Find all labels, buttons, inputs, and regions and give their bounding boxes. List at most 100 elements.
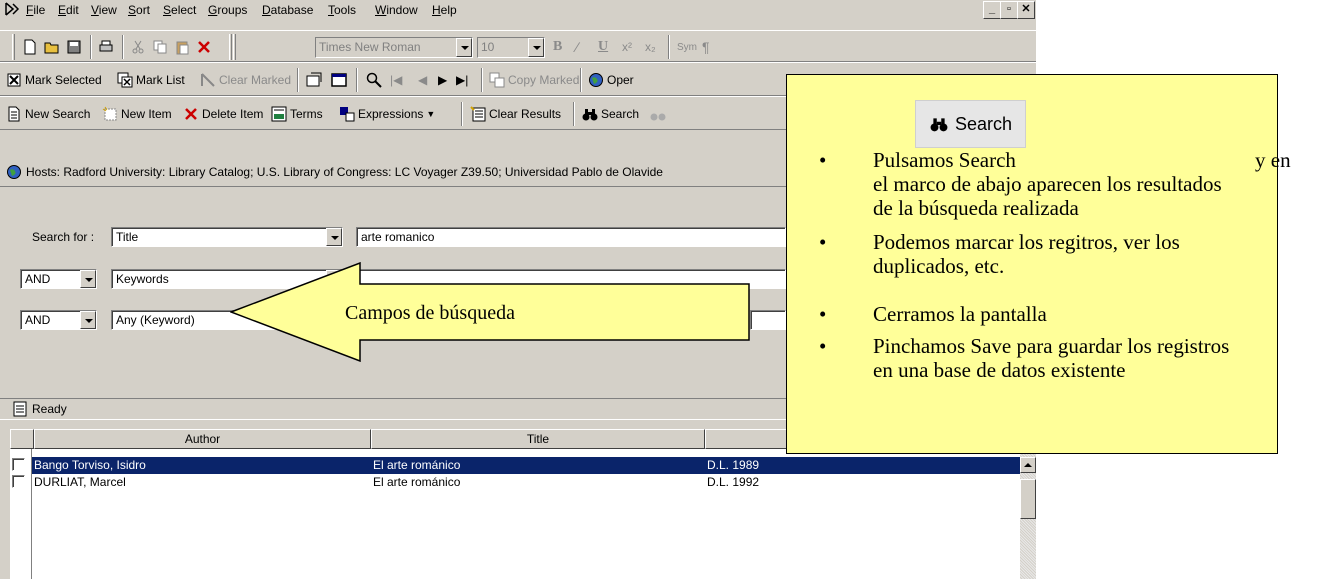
next-record-button[interactable]: ▶ xyxy=(438,69,447,91)
mark-selected-button[interactable]: Mark Selected xyxy=(6,69,102,91)
delete-button[interactable] xyxy=(196,36,212,58)
new-file-button[interactable] xyxy=(22,36,38,58)
menu-edit[interactable]: Edit xyxy=(58,3,79,17)
menu-help[interactable]: Help xyxy=(432,3,457,17)
underline-icon: U xyxy=(598,39,609,54)
toolbar-grip[interactable] xyxy=(12,34,15,60)
pilcrow-button[interactable]: ¶ xyxy=(702,36,710,58)
chevron-down-icon[interactable] xyxy=(456,38,472,57)
menu-database[interactable]: Database xyxy=(262,3,313,17)
chevron-down-icon: ▼ xyxy=(426,109,436,119)
status-text: Ready xyxy=(32,402,67,416)
column-header-mark[interactable] xyxy=(10,429,34,449)
column-header-author[interactable]: Author xyxy=(34,429,371,449)
clear-marked-button[interactable]: Clear Marked xyxy=(200,69,291,91)
new-item-button[interactable]: New Item xyxy=(102,103,172,125)
subscript-button[interactable]: x₂ xyxy=(645,36,656,58)
menu-sort[interactable]: Sort xyxy=(128,3,150,17)
print-button[interactable] xyxy=(98,36,114,58)
save-button[interactable] xyxy=(66,36,82,58)
stop-search-button[interactable] xyxy=(650,103,666,125)
floppy-disk-icon xyxy=(67,40,81,54)
menu-tools[interactable]: Tools xyxy=(328,3,356,17)
copy-marked-label: Copy Marked xyxy=(508,73,580,87)
mark-list-label: Mark List xyxy=(136,73,185,87)
new-document-icon xyxy=(24,39,36,55)
instruction-item: Cerramos la pantalla xyxy=(819,302,1253,326)
superscript-button[interactable]: x² xyxy=(622,36,632,58)
column-header-title[interactable]: Title xyxy=(371,429,705,449)
search-button[interactable]: Search xyxy=(582,103,639,125)
standard-toolbar: Times New Roman 10 B ∕ U x² x₂ Sym ¶ xyxy=(0,30,1036,62)
table-row[interactable]: Bango Torviso, Isidro El arte románico D… xyxy=(10,457,1036,474)
globe-icon xyxy=(589,73,603,87)
open-file-button[interactable] xyxy=(44,36,60,58)
menu-view[interactable]: View xyxy=(91,3,117,17)
new-search-icon xyxy=(8,106,20,122)
mark-list-button[interactable]: Mark List xyxy=(117,69,185,91)
previous-record-icon: ◀ xyxy=(418,73,428,87)
symbol-button[interactable]: Sym xyxy=(677,36,697,58)
red-x-icon xyxy=(198,41,210,53)
bold-button[interactable]: B xyxy=(553,36,562,58)
font-combo[interactable]: Times New Roman xyxy=(315,37,473,58)
delete-item-label: Delete Item xyxy=(202,107,264,121)
delete-item-button[interactable]: Delete Item xyxy=(183,103,263,125)
menu-select[interactable]: Select xyxy=(163,3,196,17)
search-button-image-label: Search xyxy=(954,113,1013,134)
search-label: Search xyxy=(601,107,640,121)
clear-results-icon xyxy=(470,106,486,122)
chevron-down-icon[interactable] xyxy=(80,311,96,329)
search-term-input-1[interactable]: arte romanico xyxy=(356,227,786,247)
search-term-input-3[interactable] xyxy=(750,310,786,330)
close-button[interactable]: ✕ xyxy=(1017,1,1035,19)
clear-results-button[interactable]: Clear Results xyxy=(470,103,561,125)
underline-button[interactable]: U xyxy=(598,36,608,58)
toolbar-grip[interactable] xyxy=(229,34,232,60)
italic-button[interactable]: ∕ xyxy=(576,36,578,58)
table-row[interactable]: DURLIAT, Marcel El arte románico D.L. 19… xyxy=(10,474,1036,491)
cut-button[interactable] xyxy=(130,36,146,58)
document-icon xyxy=(13,401,27,417)
menu-groups[interactable]: Groups xyxy=(208,3,247,17)
copy-button[interactable] xyxy=(152,36,168,58)
scroll-up-button[interactable] xyxy=(1020,457,1036,473)
minimize-button[interactable]: _ xyxy=(983,1,1001,19)
toolbar-separator xyxy=(573,102,575,126)
search-field-select-1[interactable]: Title xyxy=(111,227,343,247)
find-button[interactable] xyxy=(366,69,382,91)
chevron-down-icon[interactable] xyxy=(80,270,96,288)
first-record-button[interactable]: |◀ xyxy=(390,69,402,91)
new-search-button[interactable]: New Search xyxy=(6,103,90,125)
menu-window[interactable]: Window xyxy=(375,3,418,17)
app-logo-icon xyxy=(5,2,20,16)
printer-icon xyxy=(99,40,113,52)
toolbar-grip[interactable] xyxy=(233,34,236,60)
last-record-button[interactable]: ▶| xyxy=(456,69,468,91)
operator-select-2[interactable]: AND xyxy=(20,269,97,289)
vertical-scrollbar[interactable] xyxy=(1020,449,1036,579)
menu-bar: File Edit View Sort Select Groups Databa… xyxy=(0,0,1036,20)
instruction-item-continued: y en xyxy=(1255,148,1315,172)
scroll-thumb[interactable] xyxy=(1020,479,1036,519)
menu-file[interactable]: File xyxy=(26,3,45,17)
open-link-button[interactable]: Oper xyxy=(588,69,634,91)
chevron-down-icon[interactable] xyxy=(326,228,342,246)
operator-select-3[interactable]: AND xyxy=(20,310,97,330)
expressions-button[interactable]: Expressions ▼ xyxy=(339,103,435,125)
preview-pane-icon xyxy=(331,73,347,87)
chevron-down-icon[interactable] xyxy=(528,38,544,57)
copy-marked-button[interactable]: Copy Marked xyxy=(489,69,579,91)
font-value: Times New Roman xyxy=(319,40,421,54)
terms-button[interactable]: Terms xyxy=(271,103,323,125)
paste-button[interactable] xyxy=(174,36,190,58)
previous-record-button[interactable]: ◀ xyxy=(418,69,427,91)
author-cell: DURLIAT, Marcel xyxy=(34,475,126,489)
properties-button[interactable] xyxy=(306,69,322,91)
checked-box-icon xyxy=(7,73,21,87)
restore-button[interactable]: ▫ xyxy=(1000,1,1018,19)
font-size-combo[interactable]: 10 xyxy=(477,37,545,58)
toolbar-separator xyxy=(90,35,92,59)
preview-pane-button[interactable] xyxy=(331,69,347,91)
search-field-value-3: Any (Keyword) xyxy=(116,313,195,327)
